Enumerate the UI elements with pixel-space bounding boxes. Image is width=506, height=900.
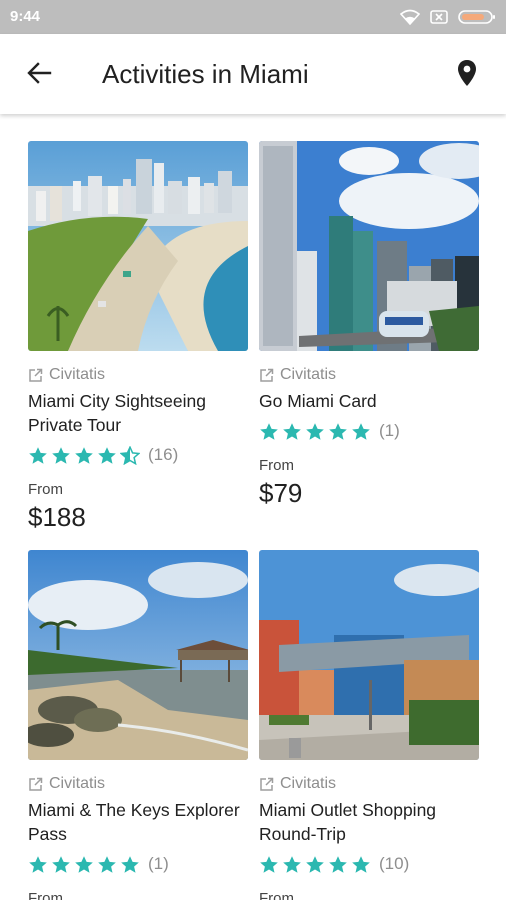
wifi-icon	[400, 9, 420, 25]
star-rating	[28, 855, 140, 874]
activity-image-miami-beach	[28, 141, 248, 351]
price: $188	[28, 502, 86, 532]
star-full-icon	[98, 855, 116, 873]
rating-row: (1)	[28, 852, 248, 876]
activity-title: Miami City Sightseeing Private Tour	[28, 391, 206, 435]
star-full-icon	[306, 422, 324, 440]
activity-title: Go Miami Card	[259, 391, 377, 411]
review-count: (10)	[379, 854, 410, 873]
activity-image-downtown	[259, 141, 479, 351]
provider-name: Civitatis	[280, 366, 337, 383]
star-full-icon	[75, 446, 93, 464]
review-count: (16)	[148, 445, 179, 464]
star-full-icon	[329, 855, 347, 873]
star-full-icon	[29, 855, 47, 873]
provider-name: Civitatis	[280, 775, 337, 792]
arrow-back-icon	[26, 60, 52, 91]
star-full-icon	[329, 422, 347, 440]
from-label: From	[28, 890, 63, 900]
activities-grid: Civitatis Miami City Sightseeing Private…	[0, 114, 506, 900]
from-label: From	[259, 457, 294, 474]
from-label: From	[259, 890, 294, 900]
from-label: From	[28, 481, 63, 498]
status-icons	[400, 8, 496, 26]
activity-image-dolphin-mall	[259, 550, 479, 760]
review-count: (1)	[148, 854, 169, 873]
star-full-icon	[352, 422, 370, 440]
star-full-icon	[52, 446, 70, 464]
activity-title: Miami Outlet Shopping Round-Trip	[259, 800, 437, 844]
provider-row: Civitatis	[259, 365, 479, 385]
activity-title: Miami & The Keys Explorer Pass	[28, 800, 240, 844]
provider-name: Civitatis	[49, 366, 106, 383]
star-full-icon	[98, 446, 116, 464]
battery-icon	[458, 9, 496, 25]
rating-row: (1)	[259, 419, 479, 443]
provider-row: Civitatis	[259, 774, 479, 794]
provider-name: Civitatis	[49, 775, 106, 792]
external-link-icon	[28, 368, 43, 383]
star-full-icon	[29, 446, 47, 464]
external-link-icon	[259, 777, 274, 792]
star-full-icon	[121, 855, 139, 873]
activity-image-keys-coast	[28, 550, 248, 760]
location-pin-icon	[457, 59, 477, 92]
star-full-icon	[260, 855, 278, 873]
activity-card[interactable]: Civitatis Miami Outlet Shopping Round-Tr…	[259, 550, 479, 900]
location-button[interactable]	[448, 56, 486, 94]
status-bar: 9:44	[0, 0, 506, 34]
provider-row: Civitatis	[28, 774, 248, 794]
star-half-icon	[120, 445, 140, 465]
star-full-icon	[306, 855, 324, 873]
rating-row: (16)	[28, 443, 248, 467]
star-full-icon	[283, 855, 301, 873]
external-link-icon	[28, 777, 43, 792]
status-time: 9:44	[10, 8, 41, 25]
no-sim-icon	[430, 9, 448, 25]
star-rating	[259, 422, 371, 441]
star-rating	[28, 445, 140, 465]
star-full-icon	[352, 855, 370, 873]
star-full-icon	[52, 855, 70, 873]
star-rating	[259, 855, 371, 874]
back-button[interactable]	[20, 56, 58, 94]
star-full-icon	[75, 855, 93, 873]
activity-card[interactable]: Civitatis Go Miami Card (1) From $79	[259, 141, 479, 509]
activity-card[interactable]: Civitatis Miami City Sightseeing Private…	[28, 141, 248, 533]
app-bar: Activities in Miami	[0, 34, 506, 114]
external-link-icon	[259, 368, 274, 383]
rating-row: (10)	[259, 852, 479, 876]
price: $79	[259, 478, 303, 508]
page-title: Activities in Miami	[102, 59, 309, 89]
provider-row: Civitatis	[28, 365, 248, 385]
review-count: (1)	[379, 421, 400, 440]
star-full-icon	[260, 422, 278, 440]
star-full-icon	[283, 422, 301, 440]
activity-card[interactable]: Civitatis Miami & The Keys Explorer Pass…	[28, 550, 248, 900]
